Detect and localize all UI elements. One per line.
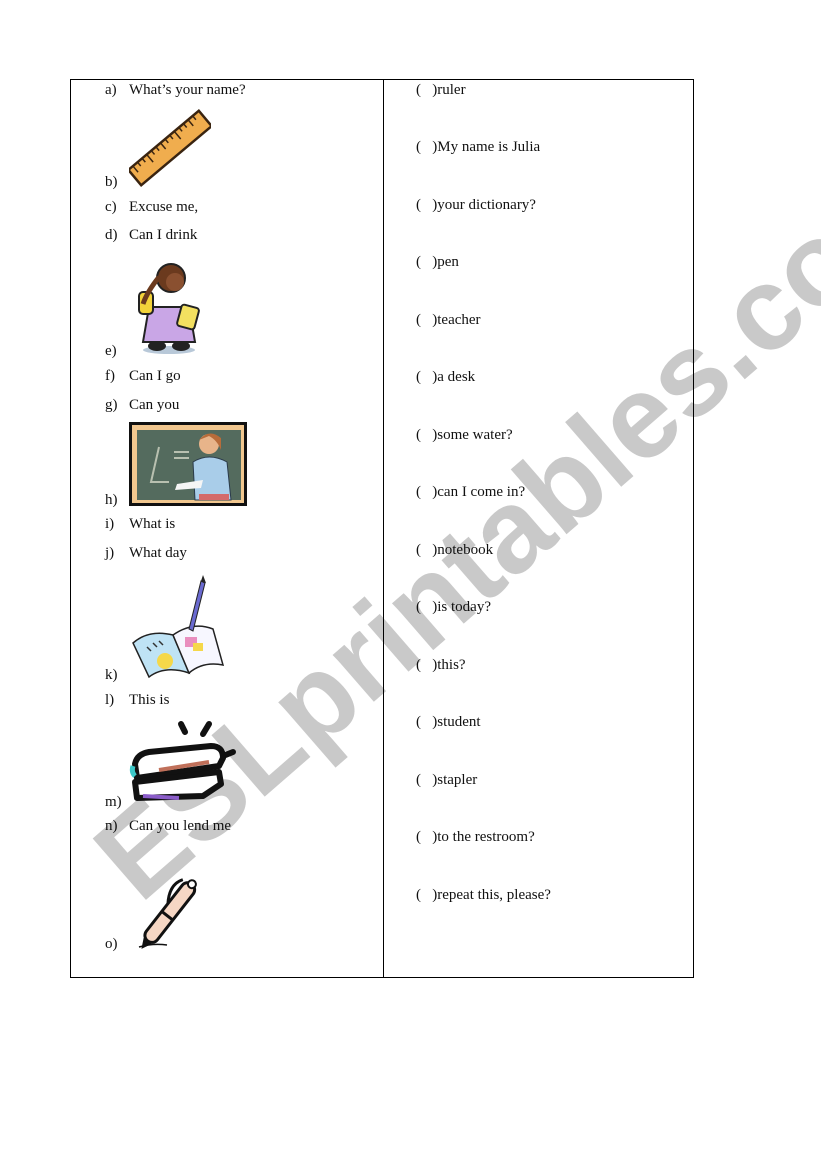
answer-item: ( )to the restroom? (416, 828, 535, 846)
answer-text: student (437, 714, 481, 730)
answer-blank[interactable]: ( ) (416, 599, 437, 615)
item-text: Can I drink (129, 227, 198, 243)
answer-item: ( )is today? (416, 598, 491, 616)
item-label: o) (105, 936, 118, 952)
pen-picture (129, 873, 213, 958)
item-label: g) (105, 397, 118, 413)
item-label: f) (105, 368, 115, 384)
item-text: What’s your name? (129, 82, 246, 98)
notebook-picture (129, 573, 225, 686)
ruler-picture (126, 108, 214, 193)
answer-item: ( )some water? (416, 426, 513, 444)
answer-text: stapler (437, 772, 478, 788)
item-label: k) (105, 667, 118, 683)
answer-text: to the restroom? (437, 829, 535, 845)
item-text: Can I go (129, 368, 181, 384)
answer-blank[interactable]: ( ) (416, 887, 437, 903)
answer-item: ( )a desk (416, 368, 475, 386)
matching-exercise-table: a) What’s your name? b) c) Excuse me, d)… (70, 79, 694, 978)
answer-text: ruler (437, 82, 466, 98)
answer-blank[interactable]: ( ) (416, 369, 437, 385)
answer-item: ( )repeat this, please? (416, 886, 551, 904)
answer-blank[interactable]: ( ) (416, 772, 437, 788)
answer-blank[interactable]: ( ) (416, 542, 437, 558)
answer-item: ( )My name is Julia (416, 138, 540, 156)
answer-blank[interactable]: ( ) (416, 312, 437, 328)
item-label: b) (105, 174, 118, 190)
item-label: j) (105, 545, 115, 561)
answer-text: notebook (437, 542, 494, 558)
column-divider (383, 80, 384, 977)
answer-item: ( )can I come in? (416, 483, 525, 501)
answer-blank[interactable]: ( ) (416, 657, 437, 673)
answer-item: ( )your dictionary? (416, 196, 536, 214)
item-text: Can you (129, 397, 180, 413)
item-label: n) (105, 818, 118, 834)
item-label: e) (105, 343, 117, 359)
answer-text: your dictionary? (437, 197, 536, 213)
item-label: l) (105, 692, 115, 708)
item-text: Can you lend me (129, 818, 232, 834)
answer-blank[interactable]: ( ) (416, 427, 437, 443)
answer-blank[interactable]: ( ) (416, 82, 437, 98)
item-label: d) (105, 227, 118, 243)
answer-item: ( )notebook (416, 541, 493, 559)
answer-item: ( )pen (416, 253, 459, 271)
item-label: m) (105, 794, 122, 810)
item-label: h) (105, 492, 118, 508)
answer-blank[interactable]: ( ) (416, 254, 437, 270)
item-text: Excuse me, (129, 199, 199, 215)
answer-item: ( )ruler (416, 81, 466, 99)
answer-item: ( )this? (416, 656, 466, 674)
answer-text: a desk (437, 369, 476, 385)
answer-blank[interactable]: ( ) (416, 139, 437, 155)
item-text: What day (129, 545, 187, 561)
answer-blank[interactable]: ( ) (416, 484, 437, 500)
student-girl-picture (129, 252, 209, 361)
stapler-picture (129, 718, 249, 813)
answer-blank[interactable]: ( ) (416, 197, 437, 213)
answer-text: teacher (437, 312, 481, 328)
item-text: What is (129, 516, 176, 532)
answer-item: ( )teacher (416, 311, 481, 329)
answer-text: can I come in? (437, 484, 526, 500)
answer-item: ( )student (416, 713, 481, 731)
item-label: a) (105, 82, 117, 98)
answer-blank[interactable]: ( ) (416, 714, 437, 730)
item-label: c) (105, 199, 117, 215)
answer-text: some water? (437, 427, 513, 443)
answer-text: repeat this, please? (437, 887, 551, 903)
answer-text: pen (437, 254, 459, 270)
answer-item: ( )stapler (416, 771, 477, 789)
teacher-at-blackboard-picture (129, 422, 247, 511)
item-text: This is (129, 692, 170, 708)
answer-text: this? (437, 657, 466, 673)
item-label: i) (105, 516, 115, 532)
answer-text: is today? (437, 599, 491, 615)
answer-text: My name is Julia (437, 139, 541, 155)
answer-blank[interactable]: ( ) (416, 829, 437, 845)
